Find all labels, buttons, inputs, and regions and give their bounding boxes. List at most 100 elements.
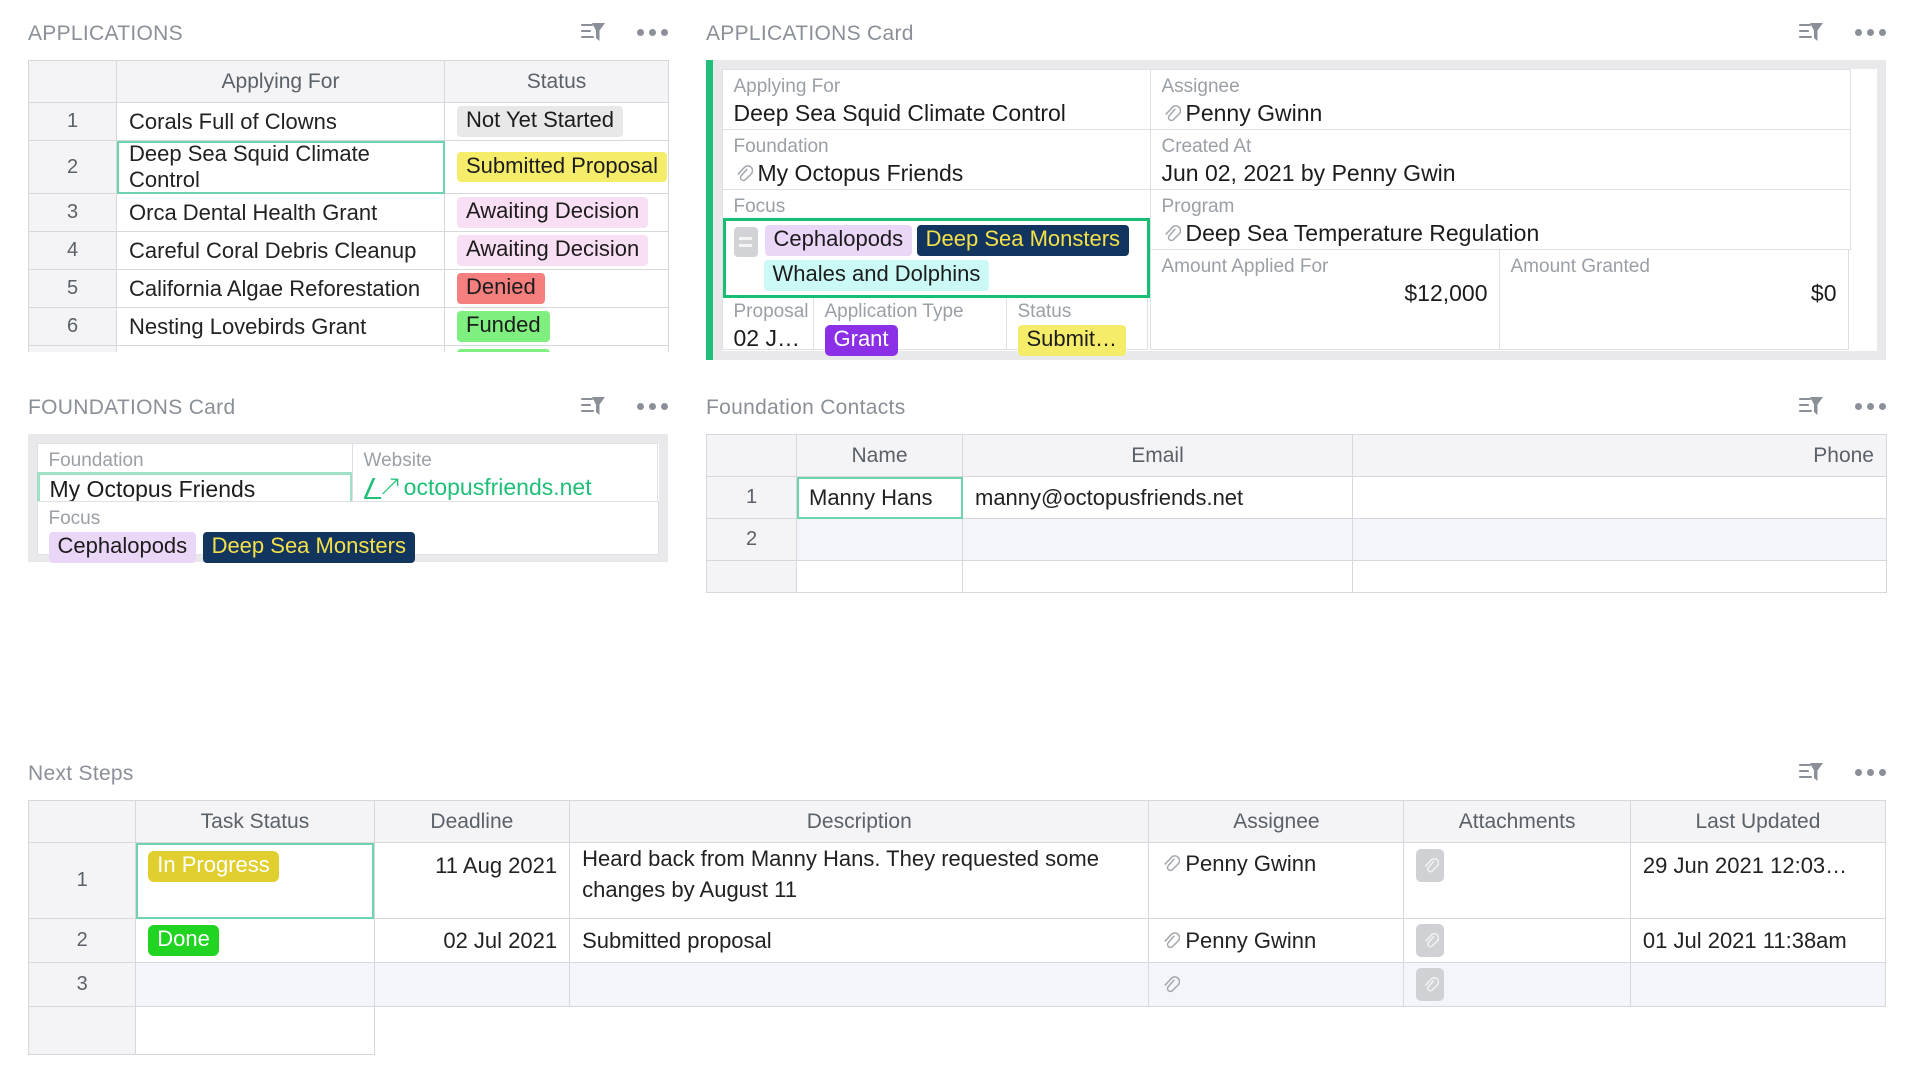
row-number[interactable]: 3 — [29, 194, 117, 232]
cell-status[interactable]: Submitted Proposal — [445, 141, 669, 194]
focus-tag[interactable]: Whales and Dolphins — [764, 260, 990, 291]
col-assignee[interactable]: Assignee — [1149, 801, 1404, 843]
col-deadline[interactable]: Deadline — [374, 801, 569, 843]
drag-handle-icon[interactable] — [734, 227, 758, 257]
field-focus[interactable]: Focus Cephalopods Deep Sea Monsters — [37, 501, 659, 555]
attachment-icon[interactable] — [1416, 849, 1444, 882]
more-options-icon[interactable] — [1855, 403, 1886, 410]
field-foundation[interactable]: Foundation My Octopus Friends — [37, 443, 353, 502]
cell-status[interactable]: Denied — [445, 270, 669, 308]
cell-applying-for[interactable]: California Algae Reforestation — [117, 270, 445, 308]
cell-phone[interactable] — [1353, 519, 1887, 561]
col-last-updated[interactable]: Last Updated — [1630, 801, 1885, 843]
row-number[interactable]: 1 — [29, 103, 117, 141]
col-rownum[interactable] — [29, 801, 136, 843]
cell-status[interactable]: Awaiting Decision — [445, 194, 669, 232]
table-row[interactable]: 6 Nesting Lovebirds Grant Funded — [29, 308, 669, 346]
row-number[interactable] — [29, 1007, 136, 1055]
field-website[interactable]: Website ⎳↗octopusfriends.net — [352, 443, 658, 502]
cell-description[interactable]: Heard back from Manny Hans. They request… — [570, 843, 1149, 919]
cell-name[interactable] — [797, 561, 963, 593]
table-row[interactable]: 3 — [29, 963, 1886, 1007]
focus-tag[interactable]: Cephalopods — [765, 225, 913, 256]
cell-description[interactable] — [570, 963, 1149, 1007]
field-created-at[interactable]: Created At Jun 02, 2021 by Penny Gwin — [1150, 129, 1851, 190]
cell-status[interactable]: Not Yet Started — [445, 103, 669, 141]
table-row[interactable]: 4 Careful Coral Debris Cleanup Awaiting … — [29, 232, 669, 270]
sort-filter-icon[interactable] — [1797, 392, 1825, 420]
table-row[interactable]: 2 — [707, 519, 1887, 561]
row-number[interactable]: 5 — [29, 270, 117, 308]
focus-tag[interactable]: Deep Sea Monsters — [203, 532, 415, 563]
cell-last-updated[interactable] — [1630, 963, 1885, 1007]
row-number[interactable] — [707, 561, 797, 593]
col-status[interactable]: Status — [445, 61, 669, 103]
row-number[interactable]: 6 — [29, 308, 117, 346]
cell-email[interactable]: manny@octopusfriends.net — [963, 477, 1353, 519]
field-amount-granted[interactable]: Amount Granted $0 — [1499, 249, 1849, 350]
sort-filter-icon[interactable] — [1797, 18, 1825, 46]
cell-applying-for[interactable]: Careful Coral Debris Cleanup — [117, 232, 445, 270]
col-rownum[interactable] — [707, 435, 797, 477]
row-number[interactable]: 1 — [29, 843, 136, 919]
cell-attachments[interactable] — [1404, 1007, 1630, 1055]
row-number[interactable]: 1 — [707, 477, 797, 519]
more-options-icon[interactable] — [637, 403, 668, 410]
more-options-icon[interactable] — [1855, 29, 1886, 36]
field-foundation[interactable]: Foundation My Octopus Friends — [722, 129, 1151, 190]
table-new-row[interactable] — [29, 1007, 1886, 1055]
field-proposal[interactable]: Proposal 02 J… — [722, 294, 814, 350]
col-rownum[interactable] — [29, 61, 117, 103]
field-applying-for[interactable]: Applying For Deep Sea Squid Climate Cont… — [722, 69, 1151, 130]
cell-name[interactable] — [797, 519, 963, 561]
cell-last-updated[interactable] — [1630, 1007, 1885, 1055]
cell-task-status[interactable]: Done — [136, 919, 374, 963]
more-options-icon[interactable] — [637, 29, 668, 36]
website-link[interactable]: octopusfriends.net — [404, 474, 592, 500]
col-attachments[interactable]: Attachments — [1404, 801, 1630, 843]
table-row[interactable]: 1 Manny Hans manny@octopusfriends.net — [707, 477, 1887, 519]
cell-last-updated[interactable]: 29 Jun 2021 12:03… — [1630, 843, 1885, 919]
cell-name[interactable]: Manny Hans — [797, 477, 963, 519]
row-number[interactable]: 4 — [29, 232, 117, 270]
field-program[interactable]: Program Deep Sea Temperature Regulation — [1150, 189, 1851, 250]
field-status[interactable]: Status Submit… — [1006, 294, 1148, 350]
cell-task-status[interactable] — [136, 1007, 374, 1055]
col-phone[interactable]: Phone — [1353, 435, 1887, 477]
table-row[interactable]: 3 Orca Dental Health Grant Awaiting Deci… — [29, 194, 669, 232]
attachment-icon[interactable] — [1416, 924, 1444, 957]
row-number[interactable]: 2 — [707, 519, 797, 561]
cell-deadline[interactable]: 02 Jul 2021 — [374, 919, 569, 963]
focus-tag[interactable]: Deep Sea Monsters — [917, 225, 1129, 256]
cell-deadline[interactable] — [374, 1007, 569, 1055]
table-new-row[interactable] — [707, 561, 1887, 593]
table-row[interactable]: 1 Corals Full of Clowns Not Yet Started — [29, 103, 669, 141]
attachment-icon[interactable] — [1416, 968, 1444, 1001]
cell-description[interactable] — [570, 1007, 1149, 1055]
col-description[interactable]: Description — [570, 801, 1149, 843]
cell-attachments[interactable] — [1404, 843, 1630, 919]
field-focus[interactable]: Focus Cephalopods Deep Sea Monsters Whal… — [722, 189, 1151, 295]
cell-applying-for[interactable]: Orca Dental Health Grant — [117, 194, 445, 232]
cell-last-updated[interactable]: 01 Jul 2021 11:38am — [1630, 919, 1885, 963]
sort-filter-icon[interactable] — [579, 392, 607, 420]
more-options-icon[interactable] — [1855, 769, 1886, 776]
cell-applying-for[interactable]: Corals Full of Clowns — [117, 103, 445, 141]
table-row[interactable]: 2 Done 02 Jul 2021 Submitted proposal Pe… — [29, 919, 1886, 963]
cell-attachments[interactable] — [1404, 963, 1630, 1007]
cell-task-status[interactable]: In Progress — [136, 843, 374, 919]
field-assignee[interactable]: Assignee Penny Gwinn — [1150, 69, 1851, 130]
sort-filter-icon[interactable] — [1797, 758, 1825, 786]
cell-assignee[interactable] — [1149, 1007, 1404, 1055]
cell-assignee[interactable] — [1149, 963, 1404, 1007]
cell-status[interactable]: Funded — [445, 308, 669, 346]
cell-phone[interactable] — [1353, 561, 1887, 593]
row-number[interactable]: 2 — [29, 919, 136, 963]
cell-applying-for[interactable]: Deep Sea Squid Climate Control — [117, 141, 445, 194]
cell-deadline[interactable] — [374, 963, 569, 1007]
field-application-type[interactable]: Application Type Grant — [813, 294, 1007, 350]
col-email[interactable]: Email — [963, 435, 1353, 477]
cell-phone[interactable] — [1353, 477, 1887, 519]
row-number[interactable]: 3 — [29, 963, 136, 1007]
cell-status[interactable]: Awaiting Decision — [445, 232, 669, 270]
